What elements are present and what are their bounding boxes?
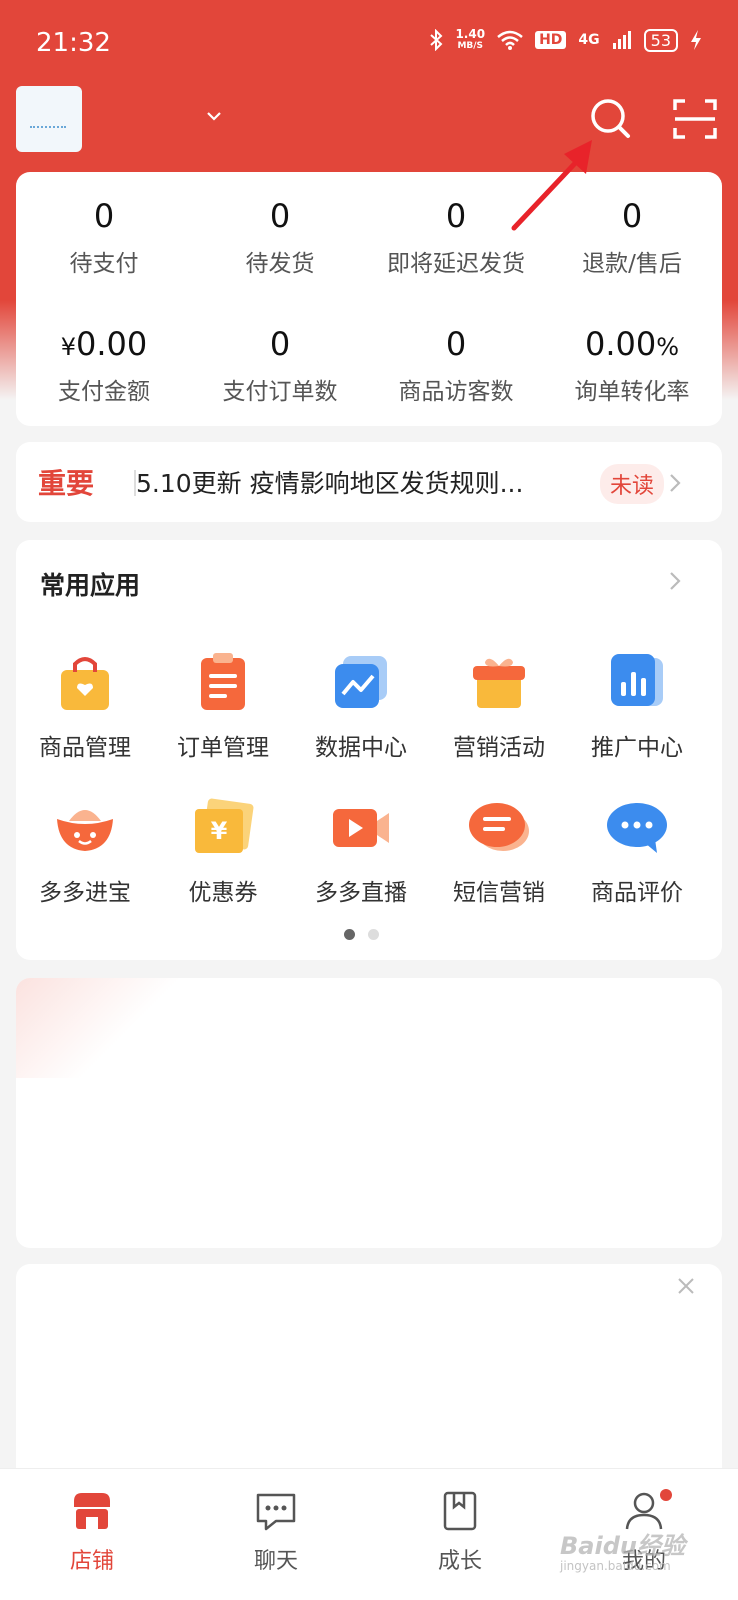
- stat-refund[interactable]: 0 退款/售后: [544, 194, 720, 278]
- page-indicator: [368, 929, 379, 940]
- app-marketing-activity[interactable]: 营销活动: [430, 650, 568, 762]
- network-type: 4G: [578, 32, 600, 48]
- chat-bubble-icon: [607, 803, 667, 853]
- status-time: 21:32: [36, 28, 111, 58]
- status-icons: 1.40 MB/S HD 4G 53: [429, 28, 702, 52]
- clipboard-icon: [201, 653, 245, 710]
- notice-tag: 重要: [38, 467, 95, 500]
- wifi-icon: [497, 30, 523, 50]
- status-bar: 21:32 1.40 MB/S HD 4G 53: [0, 0, 738, 90]
- app-coupon[interactable]: ¥ 优惠券: [154, 795, 292, 907]
- message-icon: [469, 803, 529, 851]
- section-title: 常用应用: [40, 571, 141, 600]
- page-indicator-active: [344, 929, 355, 940]
- network-speed: 1.40 MB/S: [455, 27, 486, 51]
- app-data-center[interactable]: 数据中心: [292, 650, 430, 762]
- tab-growth[interactable]: 成长: [400, 1489, 520, 1575]
- stat-paid-orders[interactable]: 0 支付订单数: [192, 322, 368, 406]
- app-product-review[interactable]: 商品评价: [568, 795, 706, 907]
- chevron-right-icon: [670, 474, 681, 492]
- stat-pending-shipment[interactable]: 0 待发货: [192, 194, 368, 278]
- app-sms-marketing[interactable]: 短信营销: [430, 795, 568, 907]
- gift-box-icon: [473, 658, 525, 708]
- book-icon: [443, 1491, 477, 1531]
- coupon-icon: ¥: [195, 798, 254, 853]
- shop-header: [0, 84, 738, 154]
- promo-card[interactable]: [16, 1264, 722, 1484]
- scan-icon[interactable]: [672, 96, 718, 142]
- shop-avatar[interactable]: [16, 86, 82, 152]
- notification-dot: [660, 1489, 672, 1501]
- tab-store[interactable]: 店铺: [32, 1489, 152, 1575]
- store-stats-card: 0 待支付 0 待发货 0 即将延迟发货 0 退款/售后 ¥0.00 支付金额 …: [16, 172, 722, 426]
- stat-conversion-rate[interactable]: 0.00% 询单转化率: [544, 322, 720, 406]
- notice-text: 5.10更新 疫情影响地区发货规则...: [136, 469, 524, 498]
- app-product-management[interactable]: 商品管理: [16, 650, 154, 762]
- stat-payment-amount[interactable]: ¥0.00 支付金额: [16, 322, 192, 406]
- chat-icon: [256, 1493, 296, 1531]
- stat-visitors[interactable]: 0 商品访客数: [368, 322, 544, 406]
- stat-delayed-shipment[interactable]: 0 即将延迟发货: [368, 194, 544, 278]
- line-chart-icon: [335, 656, 387, 708]
- notice-bar[interactable]: 重要 5.10更新 疫情影响地区发货规则... 未读: [16, 442, 722, 522]
- app-duoduo-live[interactable]: 多多直播: [292, 795, 430, 907]
- hd-badge: HD: [535, 31, 567, 49]
- ingot-icon: [57, 810, 113, 851]
- app-promotion-center[interactable]: 推广中心: [568, 650, 706, 762]
- watermark: Baidu经验 jingyan.baidu.com: [560, 1532, 685, 1573]
- video-camera-icon: [333, 809, 389, 847]
- search-icon[interactable]: [588, 96, 634, 142]
- currency-symbol: ¥: [60, 333, 77, 361]
- battery-level: 53: [643, 28, 678, 52]
- signal-icon: [612, 31, 631, 49]
- stat-pending-payment[interactable]: 0 待支付: [16, 194, 192, 278]
- bluetooth-icon: [430, 29, 443, 51]
- percent-unit: %: [656, 333, 680, 361]
- shopping-bag-icon: [61, 657, 109, 710]
- unread-badge: 未读: [600, 464, 665, 504]
- store-icon: [74, 1493, 110, 1529]
- close-icon[interactable]: [676, 1276, 696, 1296]
- bar-chart-icon: [611, 654, 663, 706]
- svg-text:¥: ¥: [211, 817, 228, 845]
- app-order-management[interactable]: 订单管理: [154, 650, 292, 762]
- chevron-down-icon[interactable]: [206, 110, 222, 122]
- common-apps-card: 常用应用 商品管理 订单管理 数据中心 营销活动 推广中心 多多进宝 ¥ 优惠券…: [16, 540, 722, 960]
- banner-card[interactable]: [16, 978, 722, 1248]
- chevron-right-icon[interactable]: [668, 570, 682, 592]
- app-duoduo-jinbao[interactable]: 多多进宝: [16, 795, 154, 907]
- tab-chat[interactable]: 聊天: [216, 1489, 336, 1575]
- charging-icon: [691, 30, 701, 50]
